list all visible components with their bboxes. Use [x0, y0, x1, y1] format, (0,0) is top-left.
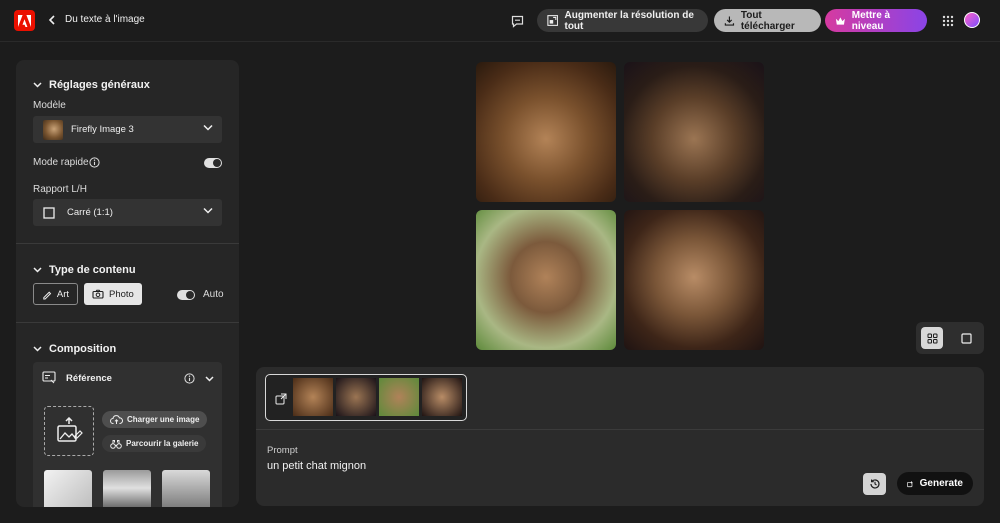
upload-image-label: Charger une image [127, 415, 200, 424]
art-label: Art [56, 288, 69, 300]
chevron-down-icon [203, 124, 213, 131]
upscale-icon [547, 15, 559, 26]
brush-icon [43, 291, 52, 299]
open-in-editor-icon [275, 393, 287, 405]
fast-mode-toggle[interactable] [204, 158, 222, 168]
generated-image[interactable] [476, 62, 616, 202]
square-icon [43, 206, 55, 219]
download-icon [724, 15, 735, 26]
reference-panel: Référence Charger une image Parcourir la… [33, 362, 222, 507]
photo-label: Photo [109, 288, 134, 300]
apps-grid-icon[interactable] [939, 12, 956, 29]
grid-icon [927, 333, 937, 343]
square-icon [960, 332, 972, 344]
fast-mode-label: Mode rapide [33, 157, 89, 168]
reference-thumbnail[interactable] [103, 470, 151, 507]
breadcrumb[interactable]: Du texte à l'image [65, 14, 145, 25]
generated-image[interactable] [476, 210, 616, 350]
chevron-down-icon[interactable] [205, 376, 214, 382]
feedback-icon[interactable] [508, 12, 526, 30]
generate-icon [907, 480, 913, 487]
browse-gallery-label: Parcourir la galerie [126, 439, 199, 448]
single-view-button[interactable] [955, 327, 977, 349]
composition-title: Composition [49, 343, 117, 355]
reference-icon [42, 371, 56, 384]
info-icon[interactable] [89, 157, 100, 168]
info-icon[interactable] [184, 373, 195, 384]
crown-icon [835, 16, 845, 25]
general-settings-header[interactable]: Réglages généraux [33, 79, 150, 91]
chevron-down-icon [33, 346, 42, 352]
divider [256, 429, 984, 430]
composition-header[interactable]: Composition [33, 343, 116, 355]
history-thumbnail[interactable] [336, 378, 376, 416]
camera-icon [92, 289, 104, 299]
prompt-panel: Prompt un petit chat mignon Generate [256, 367, 984, 506]
divider [16, 243, 239, 244]
generation-history-strip[interactable] [265, 374, 467, 421]
image-drop-zone[interactable] [44, 406, 94, 456]
ratio-value: Carré (1:1) [67, 207, 113, 218]
generated-image[interactable] [624, 62, 764, 202]
auto-toggle[interactable] [177, 290, 195, 300]
history-thumbnail[interactable] [293, 378, 333, 416]
reference-thumbnail[interactable] [162, 470, 210, 507]
prompt-input[interactable]: un petit chat mignon [267, 460, 366, 472]
user-avatar[interactable] [964, 12, 980, 28]
model-select[interactable]: Firefly Image 3 [33, 116, 222, 143]
upscale-all-label: Augmenter la résolution de tout [564, 9, 694, 32]
download-all-button[interactable]: Tout télécharger [714, 9, 821, 32]
model-label: Modèle [33, 100, 66, 111]
grid-view-button[interactable] [921, 327, 943, 349]
prompt-history-button[interactable] [863, 473, 886, 495]
generated-image[interactable] [624, 210, 764, 350]
chevron-down-icon [33, 267, 42, 273]
general-settings-title: Réglages généraux [49, 79, 150, 91]
generate-button[interactable]: Generate [897, 472, 973, 495]
back-arrow-icon[interactable] [46, 13, 58, 27]
content-type-header[interactable]: Type de contenu [33, 264, 136, 276]
photo-button[interactable]: Photo [84, 283, 142, 305]
upscale-all-button[interactable]: Augmenter la résolution de tout [537, 9, 708, 32]
binoculars-icon [110, 439, 122, 449]
cloud-upload-icon [110, 414, 123, 424]
auto-label: Auto [203, 289, 224, 300]
chevron-down-icon [203, 207, 213, 214]
chevron-down-icon [33, 82, 42, 88]
top-bar: Du texte à l'image Augmenter la résoluti… [0, 0, 1000, 42]
upgrade-label: Mettre à niveau [851, 9, 891, 32]
generate-label: Generate [919, 478, 963, 489]
reference-thumbnail[interactable] [44, 470, 92, 507]
download-all-label: Tout télécharger [740, 9, 795, 32]
prompt-label: Prompt [267, 445, 298, 456]
divider [16, 322, 239, 323]
history-thumbnail[interactable] [422, 378, 462, 416]
model-thumbnail [43, 119, 63, 140]
model-value: Firefly Image 3 [71, 124, 134, 135]
art-button[interactable]: Art [33, 283, 78, 305]
history-thumbnail[interactable] [379, 378, 419, 416]
browse-gallery-button[interactable]: Parcourir la galerie [102, 435, 207, 452]
content-type-title: Type de contenu [49, 264, 136, 276]
image-upload-icon [57, 417, 83, 442]
upload-image-button[interactable]: Charger une image [102, 411, 208, 428]
adobe-logo-icon[interactable] [14, 10, 35, 31]
view-toggle [916, 322, 984, 354]
settings-sidebar: Réglages généraux Modèle Firefly Image 3… [16, 60, 239, 507]
reference-label: Référence [66, 373, 112, 384]
ratio-label: Rapport L/H [33, 184, 87, 195]
ratio-select[interactable]: Carré (1:1) [33, 199, 222, 226]
history-icon [869, 479, 880, 489]
upgrade-button[interactable]: Mettre à niveau [825, 9, 927, 32]
